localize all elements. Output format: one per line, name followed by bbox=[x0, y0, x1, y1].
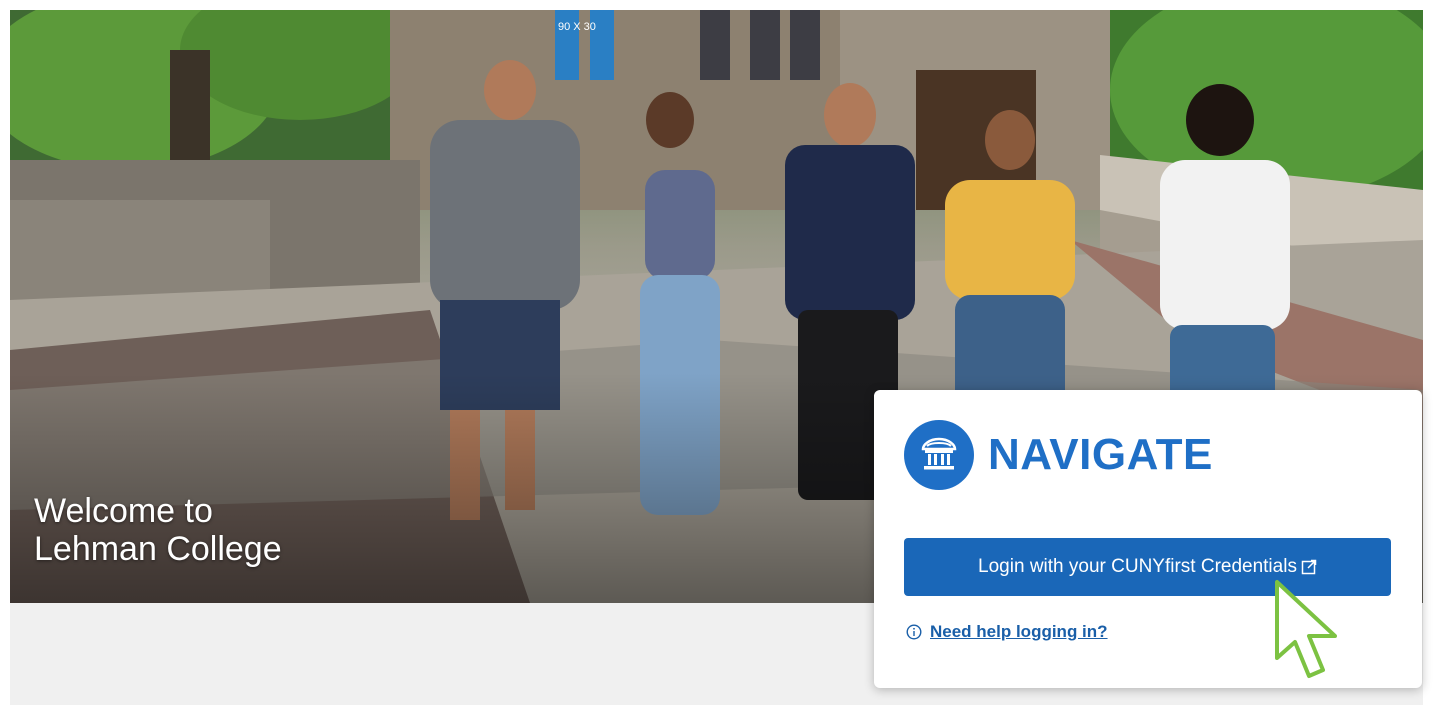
welcome-heading: Welcome to Lehman College bbox=[34, 492, 282, 568]
welcome-line-2: Lehman College bbox=[34, 530, 282, 568]
welcome-line-1: Welcome to bbox=[34, 492, 213, 530]
pointer-cursor-icon bbox=[1273, 578, 1345, 687]
help-row: Need help logging in? bbox=[906, 622, 1108, 642]
institution-building-icon bbox=[904, 420, 974, 490]
navigate-brand: NAVIGATE bbox=[904, 420, 1213, 490]
login-button-label: Login with your CUNYfirst Credentials bbox=[978, 556, 1297, 577]
help-login-link[interactable]: Need help logging in? bbox=[930, 622, 1108, 642]
page-background: 90 X 30 Welcome to Lehman College NAVIGA… bbox=[10, 10, 1423, 705]
external-link-icon bbox=[1301, 559, 1317, 575]
brand-name: NAVIGATE bbox=[988, 430, 1213, 479]
banner-text: 90 X 30 bbox=[558, 21, 596, 33]
info-circle-icon bbox=[906, 624, 922, 640]
